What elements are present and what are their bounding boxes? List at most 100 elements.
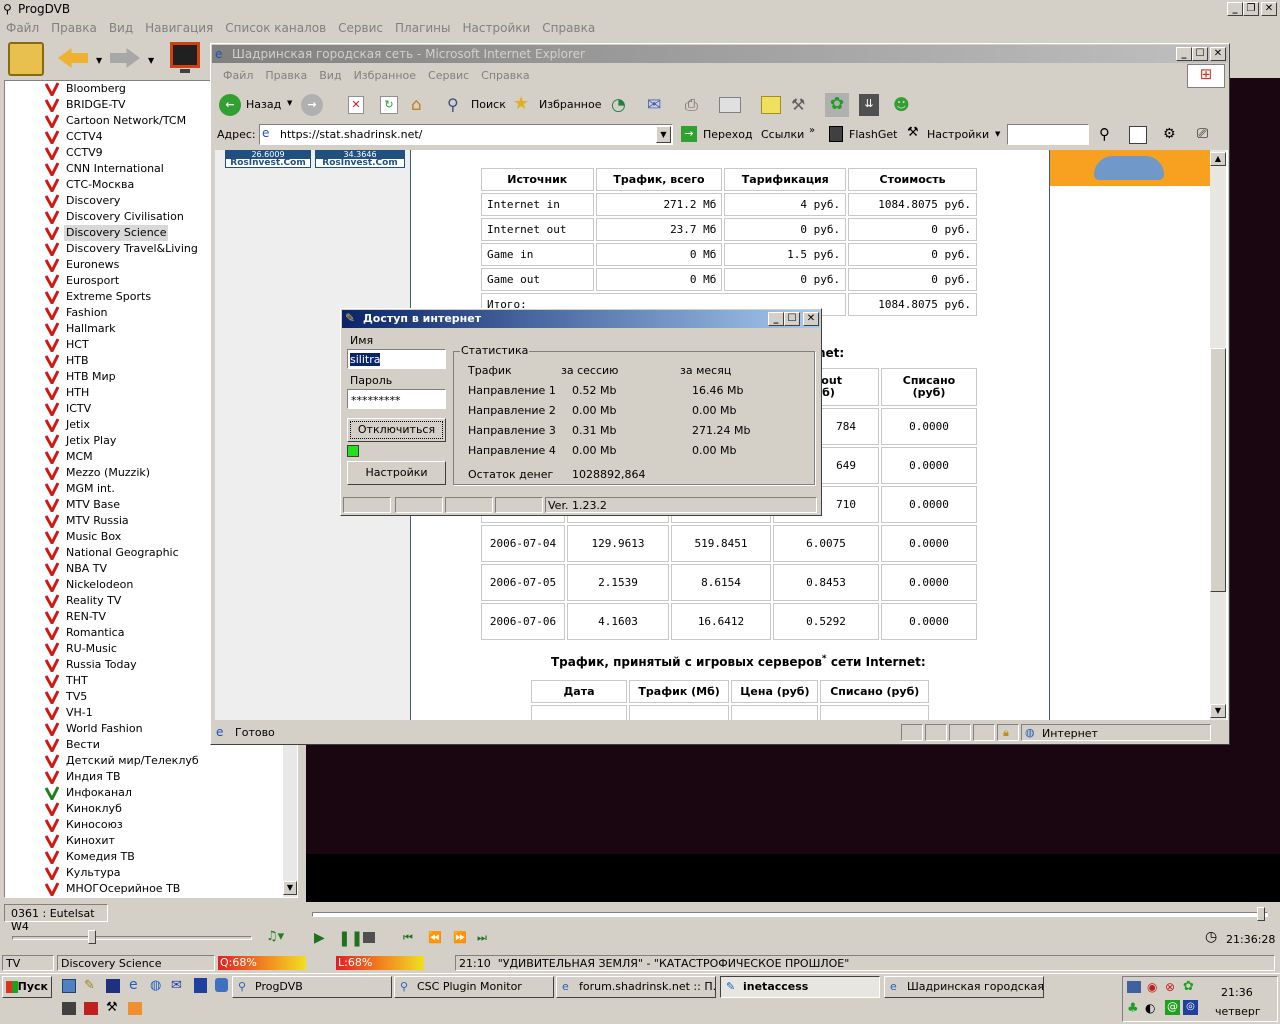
menu-item[interactable]: Плагины (389, 20, 456, 36)
menu-item[interactable]: Справка (536, 20, 601, 36)
edit-icon[interactable] (719, 97, 741, 113)
flashget-button[interactable]: FlashGet (829, 125, 903, 145)
tray-antivirus-icon[interactable]: ◉ (1147, 980, 1157, 994)
tools-icon[interactable]: ⚒ (106, 1000, 118, 1015)
taskbar-button[interactable]: ✎ inetaccess (720, 976, 880, 998)
taskbar-button[interactable]: ⚲ CSC Plugin Monitor (394, 976, 554, 998)
ie-menu-item[interactable]: Сервис (422, 68, 475, 84)
ie-menu-item[interactable]: Избранное (348, 68, 422, 84)
tray-clover-icon[interactable]: ♣ (1127, 1001, 1139, 1016)
tray-network-icon[interactable] (1127, 981, 1141, 993)
dialog-minimize-button[interactable]: _ (768, 312, 784, 326)
channel-item[interactable]: Киноклуб (5, 801, 279, 817)
ad-banner-2[interactable]: 34.3646 RosInvest.Com (315, 150, 405, 168)
menu-item[interactable]: Настройки (457, 20, 537, 36)
menu-item[interactable]: Вид (103, 20, 139, 36)
notes-icon[interactable] (761, 96, 781, 114)
tray-shield-icon[interactable]: ⊗ (1165, 980, 1175, 994)
menu-item[interactable]: Список каналов (219, 20, 332, 36)
outlook-icon[interactable]: ✉ (171, 978, 182, 993)
icq-icon[interactable]: ✿ (825, 93, 849, 117)
explorer-icon[interactable]: ◍ (150, 978, 161, 993)
go-button[interactable]: → Переход (681, 125, 753, 145)
research-icon[interactable]: ⚒ (791, 95, 805, 114)
menu-item[interactable]: Правка (45, 20, 103, 36)
orange-banner[interactable] (1050, 150, 1210, 186)
ie-close-button[interactable]: ✕ (1210, 47, 1226, 61)
ad-banner-1[interactable]: 26.6009 RosInvest.Com (225, 150, 311, 168)
taskbar-button[interactable]: ⚲ ProgDVB (232, 976, 392, 998)
taskbar-button[interactable]: e Шадринская городская... (884, 976, 1044, 998)
download-icon[interactable]: ⇊ (859, 94, 879, 116)
ie-maximize-button[interactable]: ☐ (1192, 47, 1208, 61)
tray-icq-icon[interactable]: ✿ (1183, 979, 1194, 994)
play-icon[interactable]: ▶ (314, 930, 325, 946)
skip-end-icon[interactable]: ⏭ (477, 931, 487, 945)
toolbar-settings-button[interactable]: ⚒ Настройки ▼ (907, 125, 1003, 145)
ie-menu-item[interactable]: Правка (259, 68, 313, 84)
channel-item[interactable]: МНОГОсерийное ТВ (5, 881, 279, 897)
links-button[interactable]: Ссылки (761, 128, 804, 141)
ie-menu-item[interactable]: Вид (313, 68, 347, 84)
pencil-icon[interactable]: ✎ (84, 978, 95, 993)
dialog-maximize-button[interactable]: ☐ (784, 312, 800, 326)
dialog-close-button[interactable]: ✕ (803, 312, 819, 326)
music-note-icon[interactable]: ♫▾ (266, 929, 284, 944)
home-icon[interactable]: ⌂ (411, 95, 422, 115)
disconnect-button[interactable]: Отключиться (347, 418, 446, 442)
search-button[interactable]: ⚲ Поиск (447, 93, 509, 117)
forward-icon[interactable]: → (301, 94, 323, 116)
channel-item[interactable]: Инфоканал (5, 785, 279, 801)
back-arrow-icon[interactable] (58, 48, 88, 68)
channel-item[interactable]: Индия ТВ (5, 769, 279, 785)
fast-forward-icon[interactable]: ⏩ (453, 931, 467, 944)
history-icon[interactable]: ◔ (611, 95, 626, 115)
ie-menu-item[interactable]: Файл (217, 68, 259, 84)
volume-slider[interactable] (12, 930, 252, 944)
menu-item[interactable]: Сервис (332, 20, 389, 36)
tray-speaker-icon[interactable]: ◐ (1145, 1001, 1155, 1015)
stop-icon[interactable]: ✕ (348, 96, 364, 114)
book-icon[interactable] (194, 978, 207, 993)
dialog-settings-button[interactable]: Настройки (347, 461, 446, 485)
channel-item[interactable]: Киносоюз (5, 817, 279, 833)
volume-handle[interactable] (88, 930, 96, 944)
tray-inetaccess-icon[interactable]: ◎ (1183, 1000, 1198, 1015)
restore-button[interactable]: ❐ (1243, 2, 1259, 16)
player-icon[interactable] (128, 1002, 142, 1015)
pause-icon[interactable]: ❚❚ (338, 929, 363, 947)
seek-handle[interactable] (1257, 907, 1265, 921)
channel-item[interactable]: Культура (5, 865, 279, 881)
address-input[interactable]: e https://stat.shadrinsk.net/ ▼ (259, 124, 673, 145)
ie-scrollbar[interactable]: ▲ ▼ (1210, 150, 1226, 720)
close-button[interactable]: ✕ (1261, 2, 1277, 16)
tray-at-icon[interactable]: @ (1165, 1000, 1180, 1015)
search-icon[interactable]: ⚲ (1099, 125, 1110, 143)
highlight-icon[interactable] (1129, 126, 1147, 144)
rewind-icon[interactable]: ⏪ (428, 931, 442, 944)
menu-item[interactable]: Файл (0, 20, 45, 36)
scroll-down-button[interactable]: ▼ (1210, 704, 1226, 718)
dropdown-icon[interactable]: ▼ (96, 56, 102, 65)
skip-start-icon[interactable]: ⏮ (403, 931, 413, 945)
channel-item[interactable]: Комедия ТВ (5, 849, 279, 865)
toolbar-search-input[interactable] (1007, 124, 1089, 145)
minimize-button[interactable]: _ (1227, 2, 1243, 16)
name-field[interactable]: silitra (347, 349, 446, 369)
channel-item[interactable]: Детский мир/Телеклуб (5, 753, 279, 769)
scroll-up-button[interactable]: ▲ (1210, 152, 1226, 166)
forward-arrow-icon[interactable] (110, 48, 140, 68)
refresh-icon[interactable]: ↻ (380, 96, 398, 114)
ie-minimize-button[interactable]: _ (1176, 47, 1192, 61)
dropdown-icon[interactable]: ▼ (148, 56, 154, 65)
open-folder-icon[interactable] (8, 42, 44, 76)
ie-icon[interactable]: e (129, 977, 138, 993)
address-dropdown[interactable]: ▼ (656, 126, 671, 143)
mail-icon[interactable]: ✉ (647, 95, 661, 115)
camera-icon[interactable] (62, 1002, 76, 1015)
favorites-button[interactable]: ★ Избранное (513, 93, 601, 117)
popup-icon[interactable]: ⎚ (1197, 126, 1208, 142)
taskbar-button[interactable]: e forum.shadrinsk.net :: П... (556, 976, 716, 998)
options-icon[interactable]: ⚙ (1163, 126, 1176, 142)
chevron-right-icon[interactable]: » (809, 125, 815, 136)
